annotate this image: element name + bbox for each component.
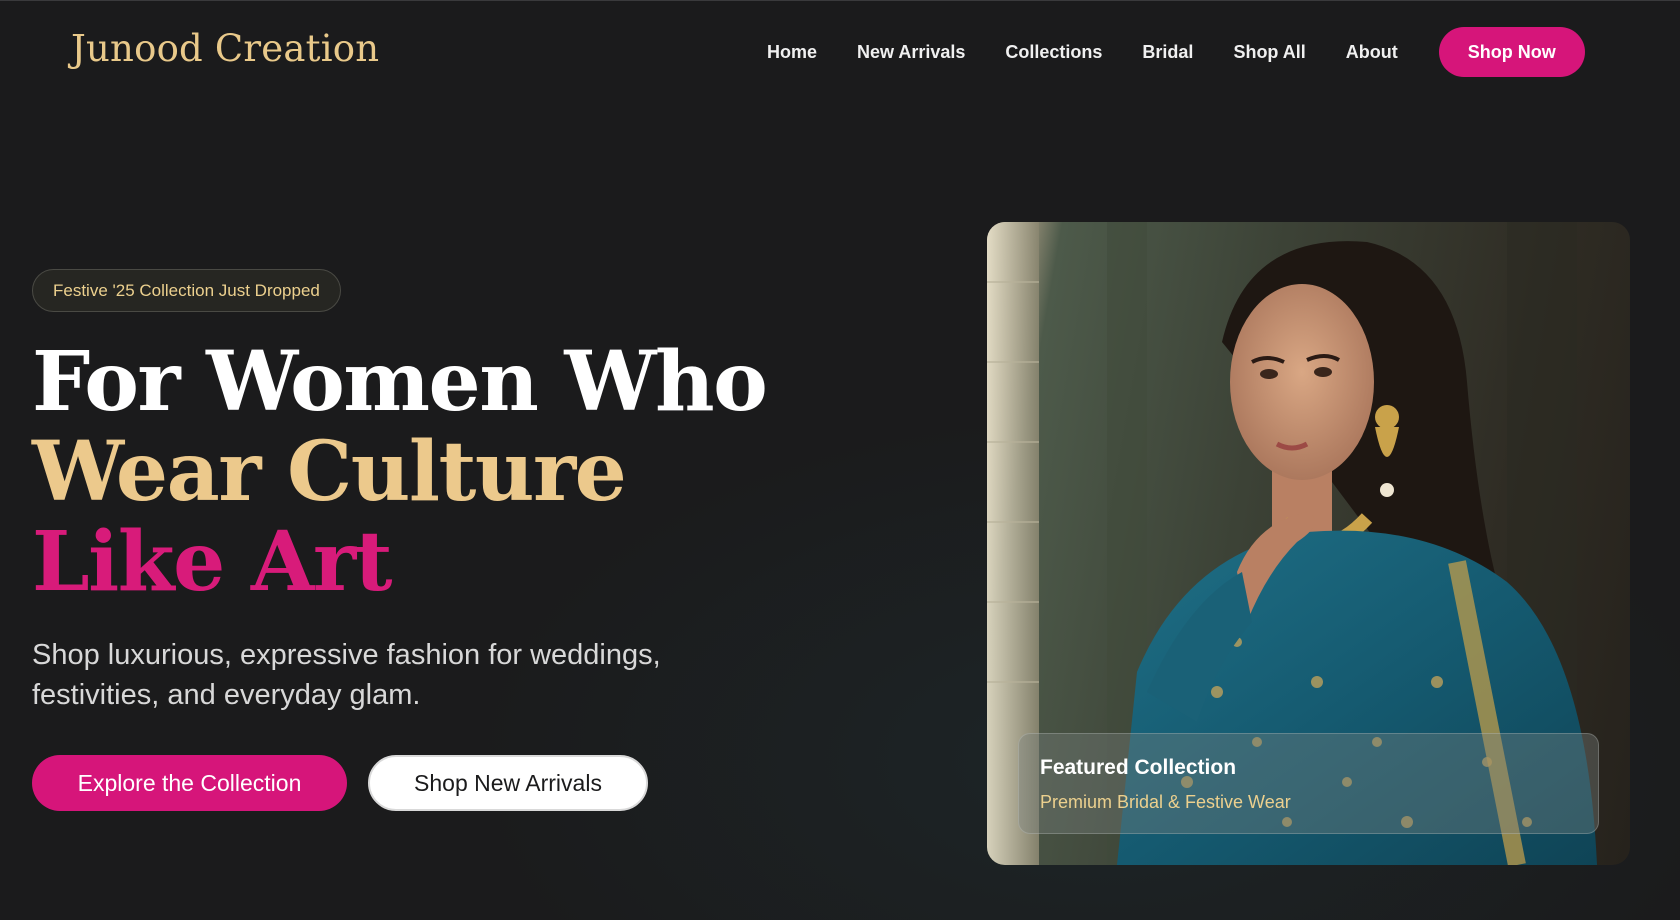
nav-link-new-arrivals[interactable]: New Arrivals [857,42,965,63]
featured-image-card[interactable]: Featured Collection Premium Bridal & Fes… [987,222,1630,865]
headline-line-2: Wear Culture [32,424,627,520]
nav-link-shop-all[interactable]: Shop All [1233,42,1305,63]
shop-new-arrivals-button[interactable]: Shop New Arrivals [368,755,648,811]
featured-title: Featured Collection [1040,756,1237,779]
hero-headline: For Women Who Wear Culture Like Art [32,334,768,610]
shop-now-button[interactable]: Shop Now [1438,27,1585,77]
nav-link-bridal[interactable]: Bridal [1142,42,1193,63]
explore-collection-button[interactable]: Explore the Collection [32,755,347,811]
featured-caption: Featured Collection Premium Bridal & Fes… [1018,733,1599,834]
nav-link-about[interactable]: About [1346,42,1398,63]
headline-line-3: Like Art [32,514,393,610]
nav-link-collections[interactable]: Collections [1005,42,1102,63]
main-nav: Home New Arrivals Collections Bridal Sho… [767,27,1585,77]
headline-line-1: For Women Who [32,334,768,430]
hero-subcopy: Shop luxurious, expressive fashion for w… [32,639,661,711]
nav-link-home[interactable]: Home [767,42,817,63]
landing-page: Junood Creation Home New Arrivals Collec… [0,0,1680,920]
brand-logo[interactable]: Junood Creation [71,27,379,70]
featured-subtitle: Premium Bridal & Festive Wear [1040,792,1291,812]
collection-badge: Festive '25 Collection Just Dropped [32,269,341,312]
